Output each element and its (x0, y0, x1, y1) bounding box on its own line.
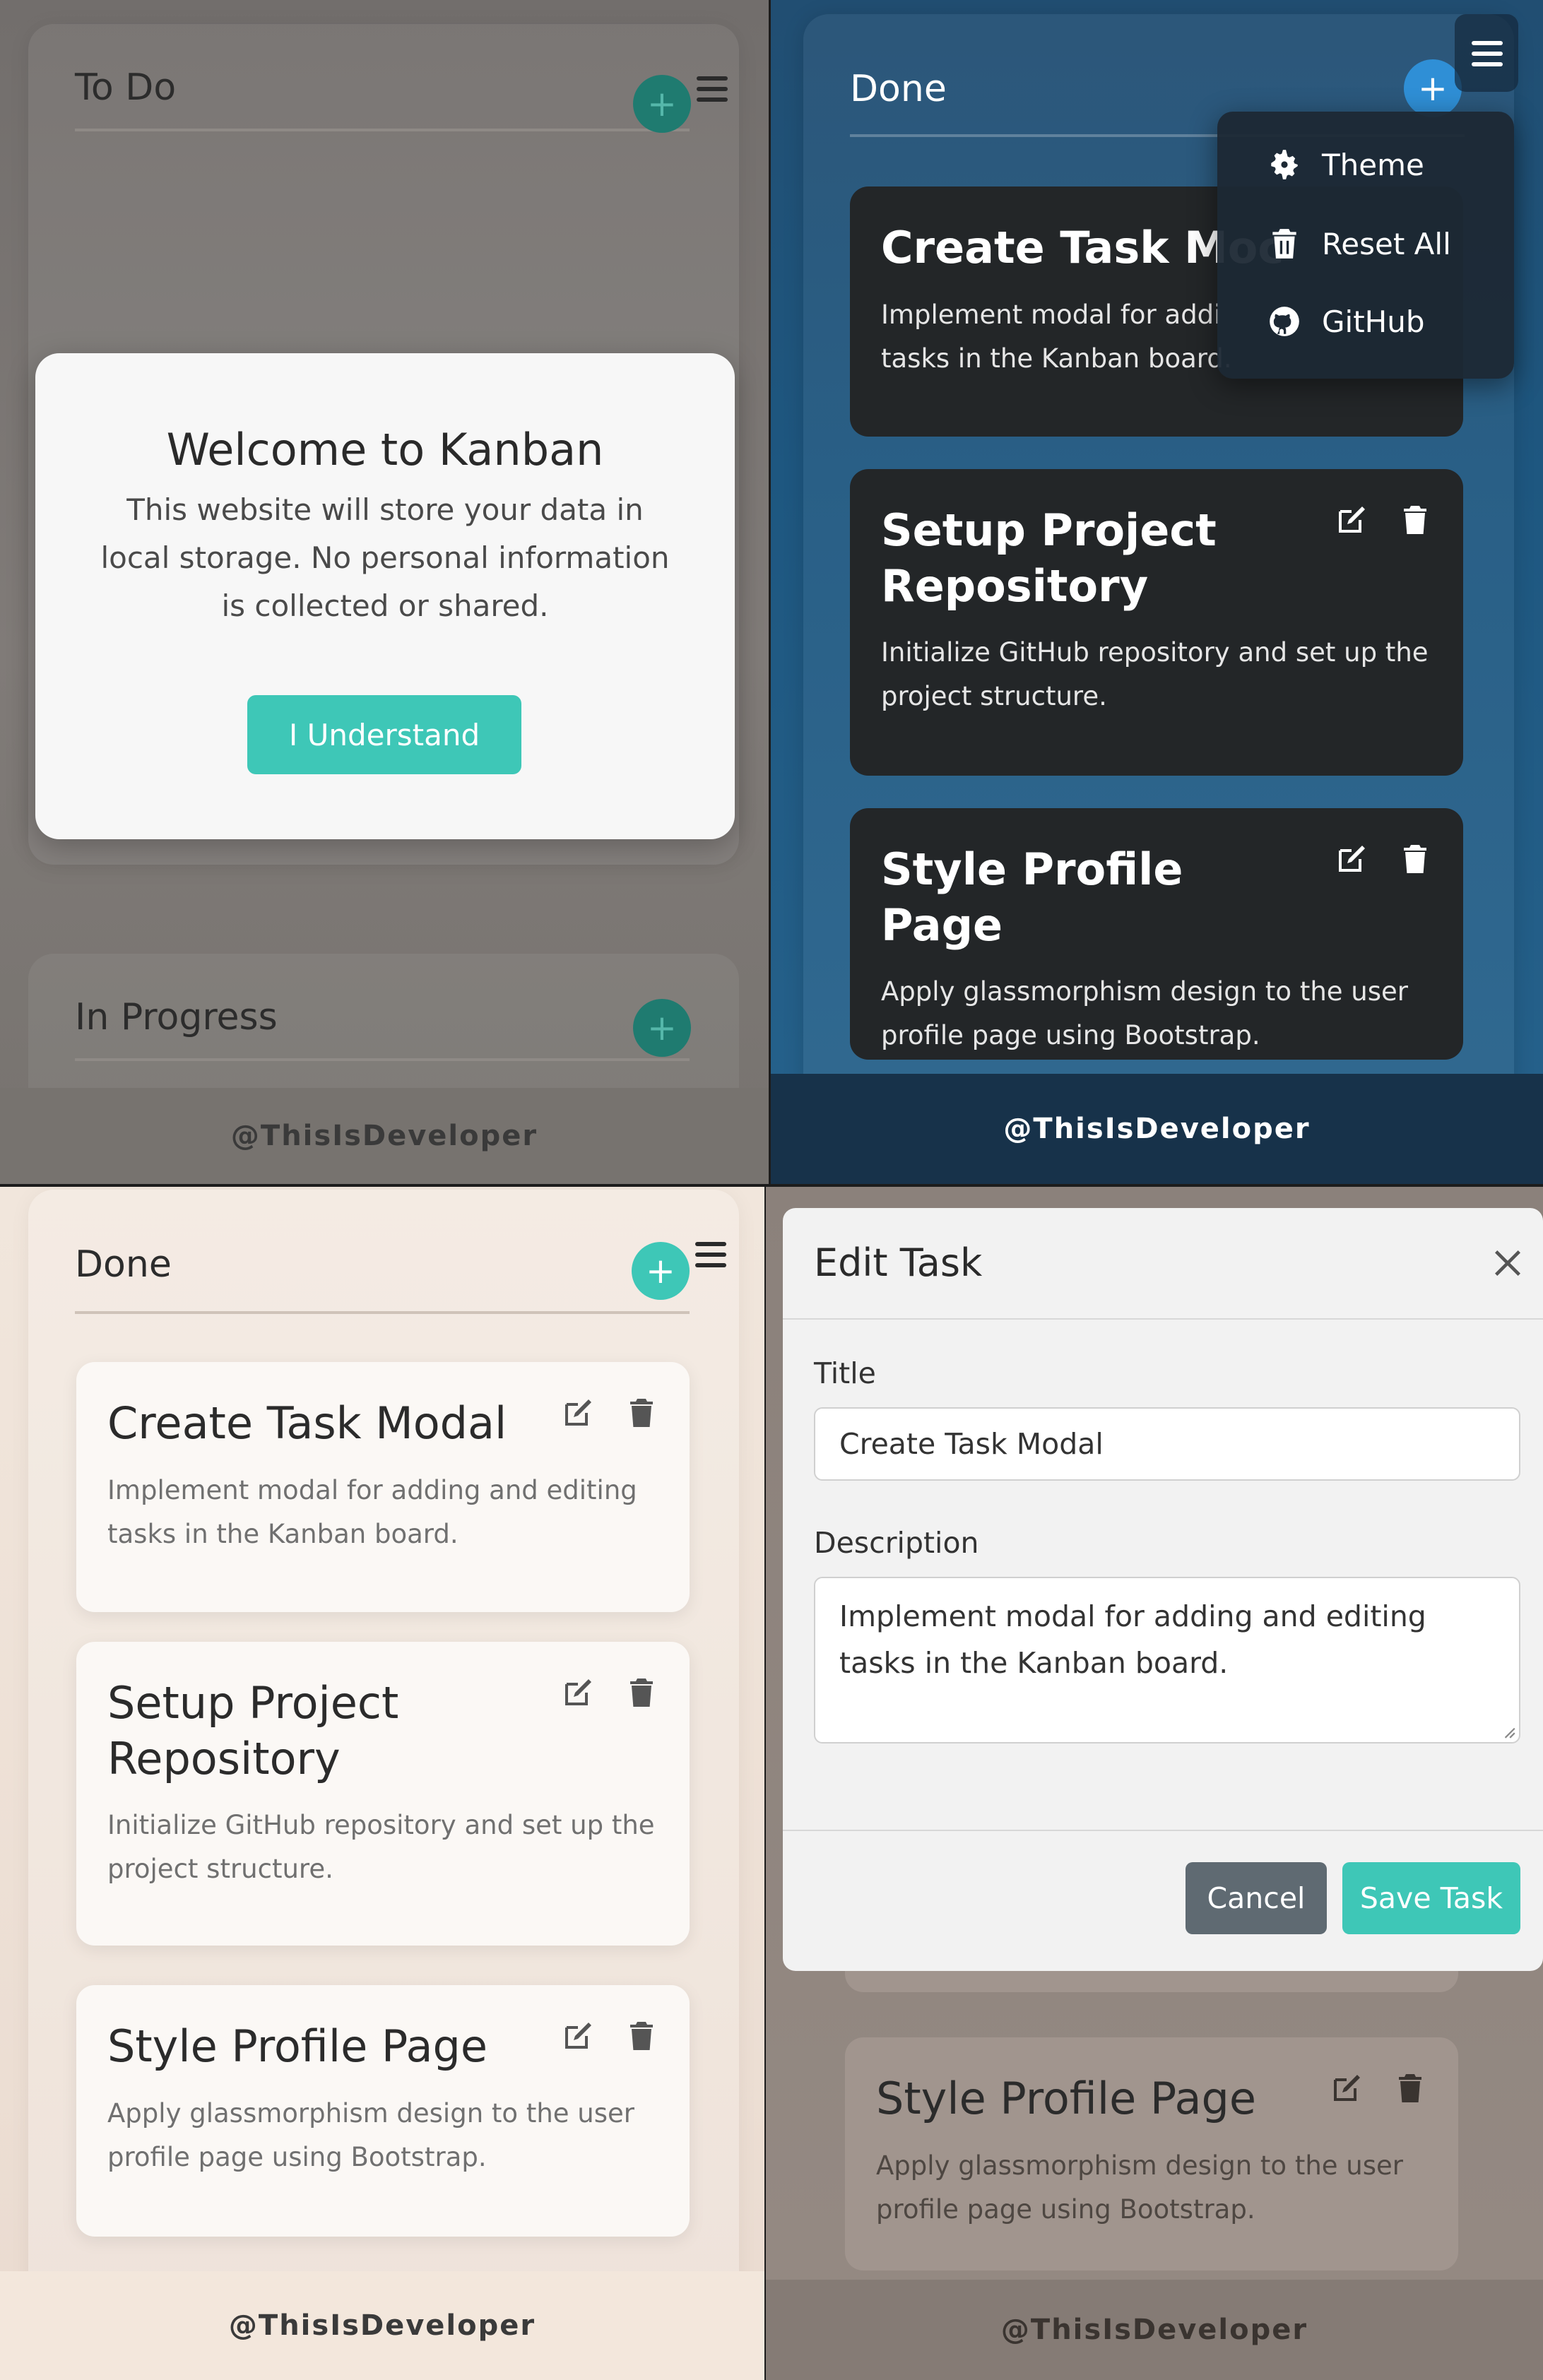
card-actions (561, 1676, 658, 1710)
description-textarea-value: Implement modal for adding and editing t… (839, 1599, 1426, 1680)
resize-handle-icon[interactable] (1501, 1724, 1516, 1739)
understand-button[interactable]: I Understand (247, 695, 521, 774)
add-task-button[interactable]: + (633, 75, 691, 133)
task-desc-line1: Implement modal for addi (881, 299, 1222, 330)
edit-icon[interactable] (1330, 2071, 1364, 2105)
task-card: Setup Project Repository Initialize GitH… (76, 1642, 690, 1946)
edit-icon[interactable] (1335, 842, 1368, 876)
trash-icon[interactable] (625, 2019, 658, 2053)
cancel-button[interactable]: Cancel (1186, 1862, 1327, 1934)
hamburger-menu-icon[interactable] (695, 1242, 726, 1267)
edit-icon[interactable] (1335, 503, 1368, 537)
task-card: Create Task Modal Implement modal for ad… (76, 1362, 690, 1612)
panel-edit-task: Style Profile Page Apply glassmorphism d… (766, 1187, 1543, 2380)
screenshot-collage: To Do + Welcome to Kanban This website w… (0, 0, 1543, 2380)
modal-footer-divider (783, 1830, 1543, 1831)
description-label: Description (814, 1526, 979, 1560)
card-actions (1330, 2071, 1427, 2105)
column-divider (75, 1311, 690, 1314)
footer: @ThisIsDeveloper (771, 1074, 1543, 1184)
menu-item-label: GitHub (1322, 304, 1425, 339)
close-icon[interactable] (1488, 1243, 1527, 1283)
column-title: To Do (75, 66, 177, 109)
card-actions (1335, 503, 1432, 537)
task-desc: Initialize GitHub repository and set up … (881, 637, 1429, 712)
card-actions (561, 1396, 658, 1430)
column-title: Done (75, 1243, 172, 1286)
task-desc: Initialize GitHub repository and set up … (107, 1810, 655, 1885)
column-title: Done (850, 68, 947, 110)
title-label: Title (814, 1356, 876, 1390)
trash-icon[interactable] (1393, 2071, 1427, 2105)
footer: @ThisIsDeveloper (766, 2280, 1543, 2380)
hamburger-menu-icon (1472, 41, 1503, 66)
welcome-modal: Welcome to Kanban This website will stor… (35, 353, 735, 839)
modal-title: Edit Task (814, 1241, 983, 1285)
task-desc: Apply glassmorphism design to the user p… (107, 2097, 634, 2172)
task-card: Style Profile Page Apply glassmorphism d… (845, 2037, 1458, 2271)
task-desc: Apply glassmorphism design to the user p… (881, 976, 1408, 1051)
menu-item-reset[interactable]: Reset All (1267, 226, 1451, 261)
menu-item-theme[interactable]: Theme (1267, 147, 1424, 182)
hamburger-menu-icon[interactable] (697, 76, 728, 102)
modal-divider (783, 1318, 1543, 1320)
panel-welcome: To Do + Welcome to Kanban This website w… (0, 0, 769, 1184)
edit-icon[interactable] (561, 2019, 595, 2053)
card-actions (561, 2019, 658, 2053)
column-divider (75, 1058, 690, 1061)
task-card: Style Profile Page Apply glassmorphism d… (76, 1985, 690, 2237)
options-dropdown: Theme Reset All GitHub (1217, 112, 1514, 379)
menu-item-github[interactable]: GitHub (1267, 304, 1425, 339)
welcome-message: This website will store your data in loc… (100, 492, 670, 624)
footer: @ThisIsDeveloper (0, 2271, 764, 2380)
footer: @ThisIsDeveloper (0, 1088, 769, 1184)
column-title: In Progress (75, 996, 278, 1038)
menu-item-label: Reset All (1322, 226, 1451, 261)
footer-watermark: @ThisIsDeveloper (230, 1120, 538, 1152)
trash-icon[interactable] (625, 1396, 658, 1430)
welcome-title: Welcome to Kanban (166, 424, 604, 475)
card-actions (1335, 842, 1432, 876)
task-desc: Apply glassmorphism design to the user p… (876, 2150, 1403, 2225)
task-card: Style Profile Page Apply glassmorphism d… (850, 808, 1463, 1060)
trash-icon (1272, 229, 1296, 259)
panel-dark-menu: Done + Create Task Moc Implement modal f… (771, 0, 1543, 1184)
trash-icon[interactable] (1398, 503, 1432, 537)
panel-light: Done + Create Task Modal Implement modal… (0, 1187, 764, 2380)
column-divider (75, 129, 690, 131)
menu-item-label: Theme (1322, 147, 1424, 182)
add-task-button[interactable]: + (633, 999, 691, 1057)
add-task-button[interactable]: + (1404, 59, 1462, 117)
footer-watermark: @ThisIsDeveloper (1000, 2314, 1308, 2346)
task-desc: Implement modal for adding and editing t… (107, 1474, 637, 1549)
footer-watermark: @ThisIsDeveloper (1003, 1113, 1311, 1145)
description-textarea[interactable]: Implement modal for adding and editing t… (814, 1577, 1520, 1743)
task-card: Setup Project Repository Initialize GitH… (850, 469, 1463, 776)
add-task-button[interactable]: + (632, 1242, 690, 1300)
edit-icon[interactable] (561, 1396, 595, 1430)
task-desc-line2: tasks in the Kanban board. (881, 343, 1232, 374)
edit-task-modal: Edit Task Title Create Task Modal Descri… (783, 1208, 1543, 1971)
trash-icon[interactable] (1398, 842, 1432, 876)
title-input-value: Create Task Modal (839, 1427, 1104, 1461)
edit-icon[interactable] (561, 1676, 595, 1710)
title-input[interactable]: Create Task Modal (814, 1407, 1520, 1481)
menu-toggle-button[interactable] (1455, 14, 1518, 92)
gear-icon (1271, 150, 1298, 179)
trash-icon[interactable] (625, 1676, 658, 1710)
github-icon (1270, 307, 1299, 336)
footer-watermark: @ThisIsDeveloper (228, 2309, 536, 2342)
save-task-button[interactable]: Save Task (1342, 1862, 1520, 1934)
